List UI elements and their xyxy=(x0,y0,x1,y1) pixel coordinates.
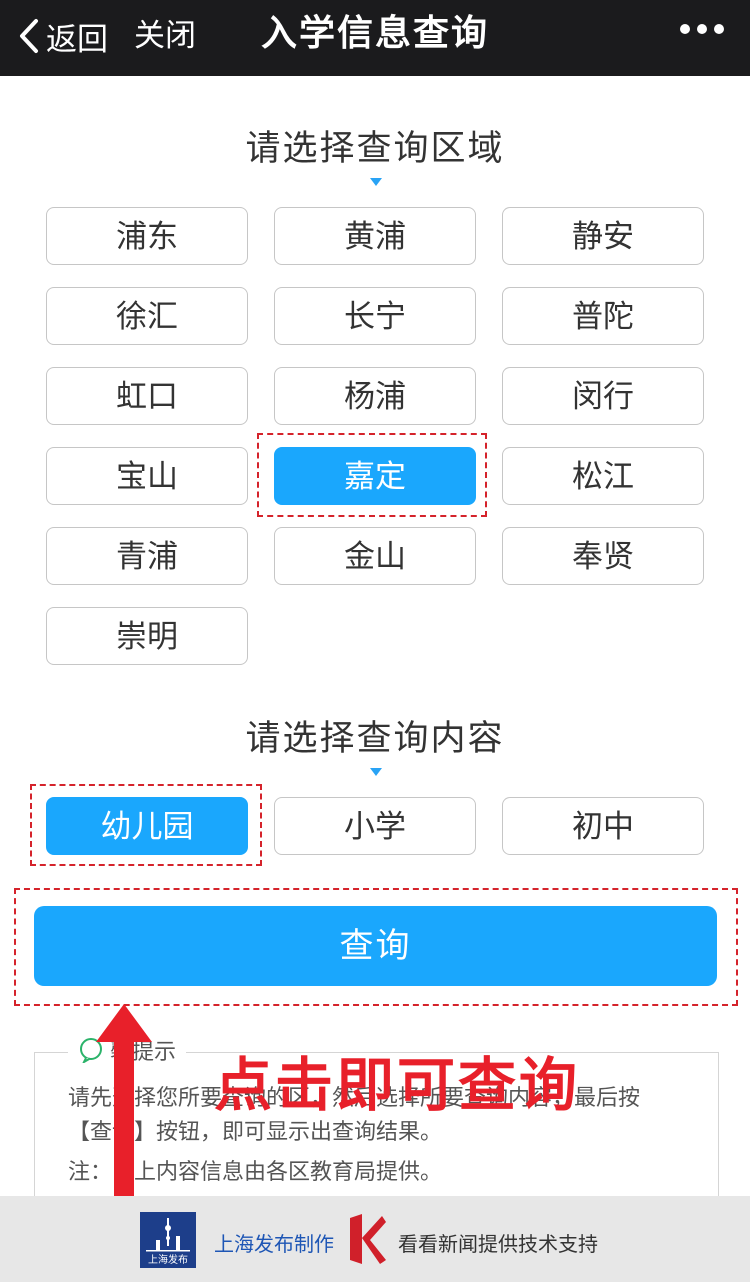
footer-left-text: 上海发布制作 xyxy=(214,1232,334,1256)
up-arrow-icon xyxy=(96,1004,152,1200)
region-option[interactable]: 普陀 xyxy=(502,287,704,345)
shanghai-fabu-logo: 上海发布 xyxy=(140,1212,196,1268)
region-option[interactable]: 金山 xyxy=(274,527,476,585)
region-option[interactable]: 崇明 xyxy=(46,607,248,665)
region-option[interactable]: 徐汇 xyxy=(46,287,248,345)
content-option[interactable]: 初中 xyxy=(502,797,704,855)
region-option[interactable]: 杨浦 xyxy=(274,367,476,425)
tips-note: 注：以上内容信息由各区教育局提供。 xyxy=(68,1160,443,1185)
region-option[interactable]: 黄浦 xyxy=(274,207,476,265)
region-option[interactable]: 浦东 xyxy=(46,207,248,265)
region-option[interactable]: 虹口 xyxy=(46,367,248,425)
highlight-box-query xyxy=(14,888,738,1006)
top-bar: 返回 关闭 入学信息查询 xyxy=(0,0,750,76)
region-option[interactable]: 松江 xyxy=(502,447,704,505)
footer-right-text: 看看新闻提供技术支持 xyxy=(398,1232,598,1256)
region-option[interactable]: 宝山 xyxy=(46,447,248,505)
region-option[interactable]: 青浦 xyxy=(46,527,248,585)
region-heading: 请选择查询区域 xyxy=(245,129,505,169)
content-heading: 请选择查询内容 xyxy=(245,719,505,759)
more-dots-icon[interactable] xyxy=(680,24,724,34)
region-option[interactable]: 奉贤 xyxy=(502,527,704,585)
page-title: 入学信息查询 xyxy=(260,13,489,54)
svg-text:上海发布: 上海发布 xyxy=(148,1253,188,1266)
highlight-box-content xyxy=(30,784,262,866)
highlight-box-region xyxy=(257,433,487,517)
content-option[interactable]: 小学 xyxy=(274,797,476,855)
kankan-logo-icon xyxy=(350,1214,386,1264)
annotation-text: 点击即可查询 xyxy=(214,1051,581,1119)
caret-down-icon xyxy=(370,178,382,186)
region-option[interactable]: 长宁 xyxy=(274,287,476,345)
region-option[interactable]: 静安 xyxy=(502,207,704,265)
region-option[interactable]: 闵行 xyxy=(502,367,704,425)
caret-down-icon xyxy=(370,768,382,776)
